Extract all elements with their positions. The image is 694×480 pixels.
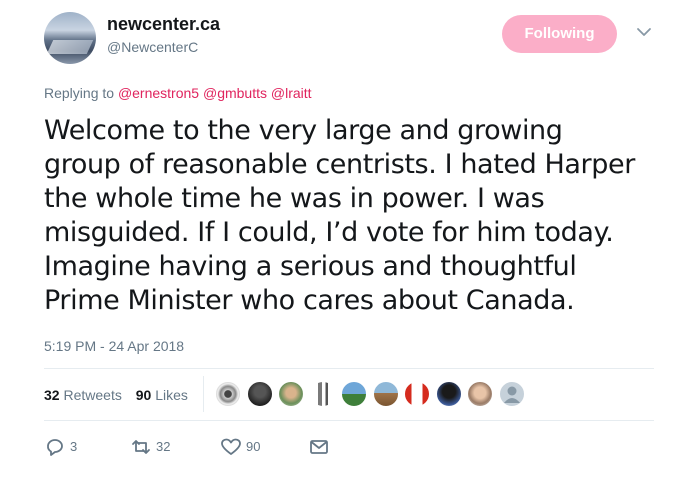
liker-avatar[interactable] [247, 381, 273, 407]
retweets-count[interactable]: 32 [44, 387, 60, 403]
direct-message-button[interactable] [308, 436, 332, 458]
liker-avatar[interactable] [467, 381, 493, 407]
retweet-icon [132, 440, 150, 454]
liker-avatar[interactable] [436, 381, 462, 407]
following-button[interactable]: Following [502, 15, 617, 53]
user-display-name[interactable]: newcenter.ca [107, 14, 220, 35]
replying-to-label: Replying to [44, 85, 115, 101]
heart-icon [221, 438, 241, 455]
reply-icon [47, 439, 63, 456]
stats-separator [203, 376, 204, 412]
default-avatar-icon[interactable] [499, 381, 525, 407]
liker-avatar[interactable] [215, 381, 241, 407]
liker-avatar[interactable] [373, 381, 399, 407]
tweet-text-line: group of reasonable centrists. I hated H… [44, 149, 635, 180]
retweets-label[interactable]: Retweets [63, 387, 121, 403]
tweet-actions: 3 32 90 [44, 436, 364, 458]
reply-button[interactable]: 3 [44, 436, 94, 458]
like-count: 90 [246, 439, 261, 454]
liker-avatar[interactable] [404, 381, 430, 407]
user-handle[interactable]: @NewcenterC [107, 39, 198, 55]
reply-count: 3 [70, 439, 78, 454]
tweet-text: Welcome to the very large and growing gr… [44, 114, 664, 318]
like-button[interactable]: 90 [220, 436, 280, 458]
tweet-timestamp[interactable]: 5:19 PM - 24 Apr 2018 [44, 338, 184, 354]
divider [44, 420, 654, 421]
tweet-text-line: the whole time he was in power. I was [44, 183, 545, 214]
tweet-text-line: Prime Minister who cares about Canada. [44, 285, 575, 316]
retweet-button[interactable]: 32 [130, 436, 190, 458]
mention-link[interactable]: @lraitt [271, 85, 312, 101]
liker-avatar[interactable] [341, 381, 367, 407]
likes-count[interactable]: 90 [136, 387, 152, 403]
envelope-icon [310, 440, 328, 454]
tweet-text-line: misguided. If I could, I’d vote for him … [44, 217, 614, 248]
user-avatar[interactable] [44, 12, 96, 64]
tweet-text-line: Welcome to the very large and growing [44, 115, 563, 146]
divider [44, 368, 654, 369]
tweet-text-line: Imagine having a serious and thoughtful [44, 251, 577, 282]
engagement-stats: 32 Retweets 90 Likes [44, 387, 188, 403]
liker-avatar[interactable] [278, 381, 304, 407]
likes-label[interactable]: Likes [155, 387, 188, 403]
replying-to-line: Replying to @ernestron5 @gmbutts @lraitt [44, 85, 312, 101]
liker-avatar[interactable] [310, 381, 336, 407]
chevron-down-icon[interactable] [636, 24, 652, 40]
retweet-count: 32 [156, 439, 171, 454]
mention-link[interactable]: @ernestron5 [118, 85, 199, 101]
mention-link[interactable]: @gmbutts [203, 85, 267, 101]
